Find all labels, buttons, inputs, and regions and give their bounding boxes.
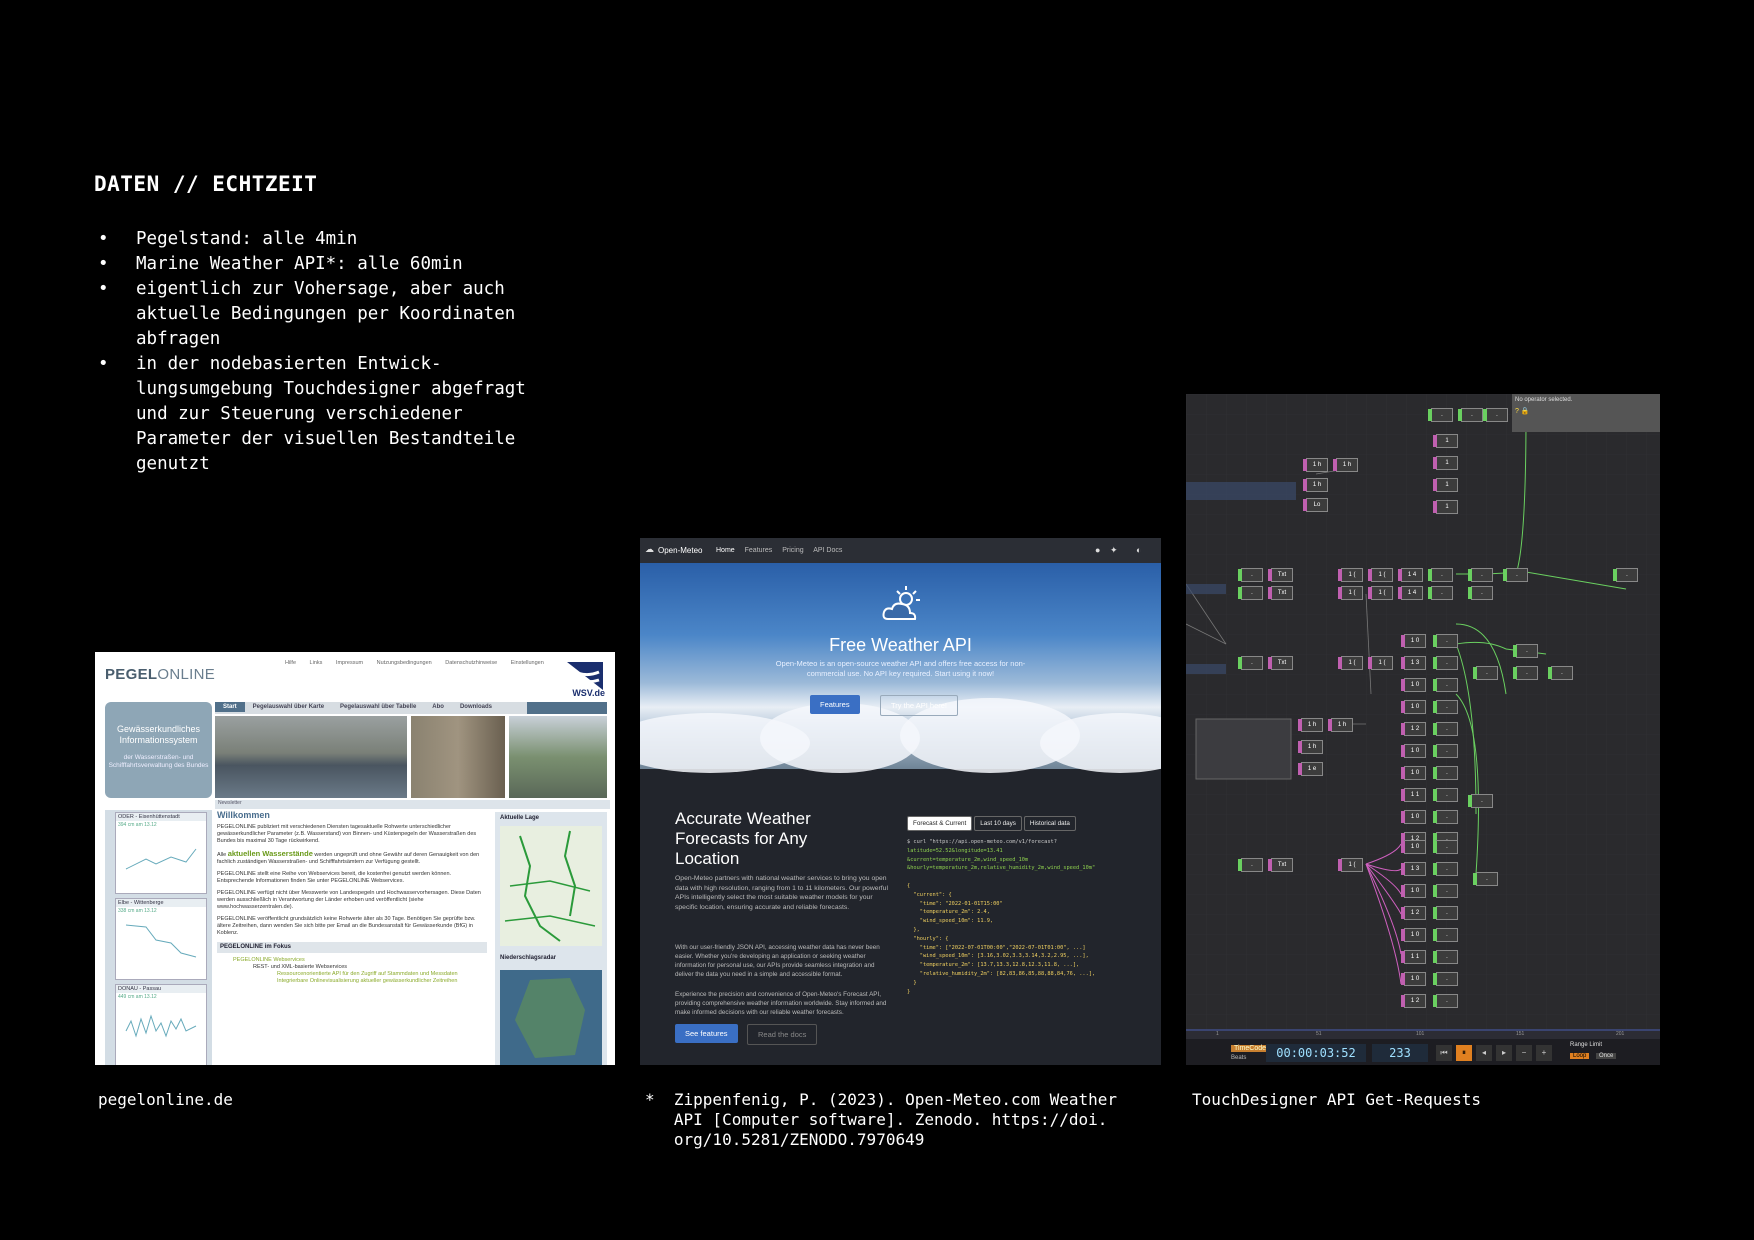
see-features-button[interactable]: See features bbox=[675, 1024, 738, 1043]
header-photos bbox=[215, 716, 607, 798]
aktuelle-lage-label: Aktuelle Lage bbox=[500, 815, 540, 821]
fokus-link[interactable]: PEGELONLINE Webservices bbox=[217, 957, 487, 964]
nav-link[interactable]: Links bbox=[310, 660, 323, 666]
hero-section: Free Weather API Open-Meteo is an open-s… bbox=[640, 563, 1161, 773]
timeline-bar: 1 51 101 151 201 TimeCode Beats 00:00:03… bbox=[1186, 1029, 1660, 1065]
open-meteo-screenshot: ☁ Open-Meteo Home Features Pricing API D… bbox=[640, 538, 1161, 1065]
nav-link[interactable]: Einstellungen bbox=[511, 660, 544, 666]
step-back-icon[interactable]: ◂ bbox=[1476, 1045, 1492, 1061]
meteo-navbar: ☁ Open-Meteo Home Features Pricing API D… bbox=[640, 538, 1161, 563]
welcome-content: Willkommen PEGELONLINE publiziert mit ve… bbox=[217, 810, 487, 985]
nav-api-docs[interactable]: API Docs bbox=[813, 547, 842, 554]
timecode-toggle[interactable]: TimeCode bbox=[1231, 1045, 1270, 1052]
niederschlag-label: Niederschlagsradar bbox=[500, 955, 557, 961]
caption-pegelonline: pegelonline.de bbox=[98, 1090, 233, 1109]
pause-icon[interactable]: ⏸ bbox=[1456, 1045, 1472, 1061]
plus-icon[interactable]: + bbox=[1536, 1045, 1552, 1061]
loop-button[interactable]: Loop bbox=[1570, 1053, 1590, 1059]
radar-map[interactable] bbox=[500, 970, 602, 1065]
nav-home[interactable]: Home bbox=[716, 547, 735, 554]
operator-info-panel: No operator selected. ? 🔒 bbox=[1512, 394, 1660, 432]
pegelonline-logo[interactable]: PEGELONLINE bbox=[105, 666, 215, 683]
skip-start-icon[interactable]: ⏮ bbox=[1436, 1045, 1452, 1061]
timecode-display[interactable]: 00:00:03:52 bbox=[1266, 1044, 1366, 1062]
range-limit-label: Range Limit bbox=[1570, 1042, 1603, 1048]
weather-logo-icon bbox=[882, 586, 920, 620]
bullet-item: Pegelstand: alle 4min bbox=[96, 227, 526, 252]
bullet-item: in der nodebasierten Entwick-lungsumgebu… bbox=[96, 352, 526, 477]
tab-downloads[interactable]: Downloads bbox=[452, 702, 500, 712]
bullet-item: eigentlich zur Vohersage, aber auch aktu… bbox=[96, 277, 526, 352]
gauge-chart[interactable]: DONAU - Passau 449 cm am 13.12 bbox=[115, 984, 207, 1065]
timeline-ruler[interactable]: 1 51 101 151 201 bbox=[1186, 1031, 1660, 1039]
pegel-top-nav: Hilfe Links Impressum Nutzungsbedingunge… bbox=[285, 660, 556, 666]
nav-link[interactable]: Hilfe bbox=[285, 660, 296, 666]
read-docs-button[interactable]: Read the docs bbox=[747, 1024, 818, 1045]
caption-touchdesigner: TouchDesigner API Get-Requests bbox=[1192, 1090, 1481, 1109]
nav-features[interactable]: Features bbox=[745, 547, 773, 554]
code-sample: $ curl "https://api.open-meteo.com/v1/fo… bbox=[907, 839, 1096, 995]
para-3: Experience the precision and convenience… bbox=[675, 991, 887, 1016]
welcome-heading: Willkommen bbox=[217, 810, 270, 820]
features-button[interactable]: Features bbox=[810, 695, 860, 714]
radar-icon bbox=[515, 978, 585, 1058]
map-rivers-icon bbox=[504, 830, 596, 942]
gauge-line-icon bbox=[125, 848, 197, 870]
fokus-link[interactable]: Integrierbare Onlinevisualisierung aktue… bbox=[217, 978, 487, 985]
beats-toggle[interactable]: Beats bbox=[1231, 1055, 1246, 1061]
wsv-label: WSV.de bbox=[572, 688, 605, 698]
info-icons[interactable]: ? 🔒 bbox=[1515, 407, 1530, 415]
hero-title: Free Weather API bbox=[829, 635, 972, 655]
cloud-sun-icon: ☁ bbox=[645, 544, 654, 554]
bullet-item: Marine Weather API*: alle 60min bbox=[96, 252, 526, 277]
pegel-tabs: Start Pegelauswahl über Karte Pegelauswahl… bbox=[215, 702, 607, 714]
bullet-list: Pegelstand: alle 4min Marine Weather API… bbox=[96, 227, 526, 477]
gauge-line-icon bbox=[125, 924, 197, 958]
minus-icon[interactable]: − bbox=[1516, 1045, 1532, 1061]
tab-last-10-days[interactable]: Last 10 days bbox=[974, 816, 1022, 831]
nav-link[interactable]: Datenschutzhinweise bbox=[445, 660, 497, 666]
slide-title: DATEN // ECHTZEIT bbox=[94, 172, 318, 196]
para-1: Open-Meteo partners with national weathe… bbox=[675, 875, 888, 911]
meteo-brand[interactable]: Open-Meteo bbox=[658, 546, 702, 555]
fokus-header: PEGELONLINE im Fokus bbox=[217, 942, 487, 953]
link-aktuelle-wasserstaende[interactable]: aktuellen Wasserstände bbox=[228, 849, 313, 858]
twitter-icon[interactable]: ✦ bbox=[1110, 545, 1118, 556]
gauge-chart[interactable]: ODER - Eisenhüttenstadt 394 cm am 13.12 bbox=[115, 812, 207, 894]
gauge-chart[interactable]: Elbe - Wittenberge 338 cm am 13.12 bbox=[115, 898, 207, 980]
caption-open-meteo: * Zippenfenig, P. (2023). Open-Meteo.com… bbox=[645, 1090, 1118, 1149]
tab-historical-data[interactable]: Historical data bbox=[1023, 816, 1076, 831]
para-2: With our user-friendly JSON API, accessi… bbox=[675, 944, 880, 978]
section-heading: Accurate Weather Forecasts for Any Locat… bbox=[675, 809, 811, 868]
github-icon[interactable]: ● bbox=[1095, 545, 1100, 555]
tab-karte[interactable]: Pegelauswahl über Karte bbox=[245, 702, 332, 712]
fokus-link[interactable]: Ressourcenorientierte API für den Zugrif… bbox=[217, 971, 487, 978]
nav-pricing[interactable]: Pricing bbox=[782, 547, 803, 554]
hero-subtitle: Open-Meteo is an open-source weather API… bbox=[775, 659, 1026, 678]
pegelonline-screenshot: PEGELONLINE Hilfe Links Impressum Nutzun… bbox=[95, 652, 615, 1065]
germany-map[interactable] bbox=[500, 826, 602, 946]
gauge-sidebar: ODER - Eisenhüttenstadt 394 cm am 13.12 … bbox=[105, 810, 212, 1065]
tab-start[interactable]: Start bbox=[215, 702, 245, 712]
gauge-line-icon bbox=[125, 1014, 197, 1038]
frame-display[interactable]: 233 bbox=[1372, 1044, 1428, 1062]
info-system-box: Gewässerkundliches Informationssystem de… bbox=[105, 702, 212, 798]
newsletter-bar[interactable]: Newsletter bbox=[215, 800, 610, 809]
right-column: Aktuelle Lage Niederschlagsradar bbox=[495, 812, 607, 1065]
no-operator-label: No operator selected. bbox=[1515, 397, 1573, 403]
nav-link[interactable]: Nutzungsbedingungen bbox=[377, 660, 432, 666]
once-button[interactable]: Once bbox=[1596, 1053, 1617, 1059]
play-icon[interactable]: ▸ bbox=[1496, 1045, 1512, 1061]
forecast-tabs: Forecast & Current Last 10 days Historical… bbox=[907, 816, 1078, 831]
tab-tabelle[interactable]: Pegelauswahl über Tabelle bbox=[332, 702, 424, 712]
theme-toggle-icon[interactable]: ◐ bbox=[1136, 545, 1141, 555]
try-api-button[interactable]: Try the API here! bbox=[880, 695, 958, 716]
tab-forecast-current[interactable]: Forecast & Current bbox=[907, 816, 973, 831]
touchdesigner-screenshot: 1 h 1 h 1 h Lo . . . 1 1 1 1 . Txt . Txt… bbox=[1186, 394, 1660, 1065]
nav-link[interactable]: Impressum bbox=[336, 660, 363, 666]
tab-abo[interactable]: Abo bbox=[424, 702, 452, 712]
